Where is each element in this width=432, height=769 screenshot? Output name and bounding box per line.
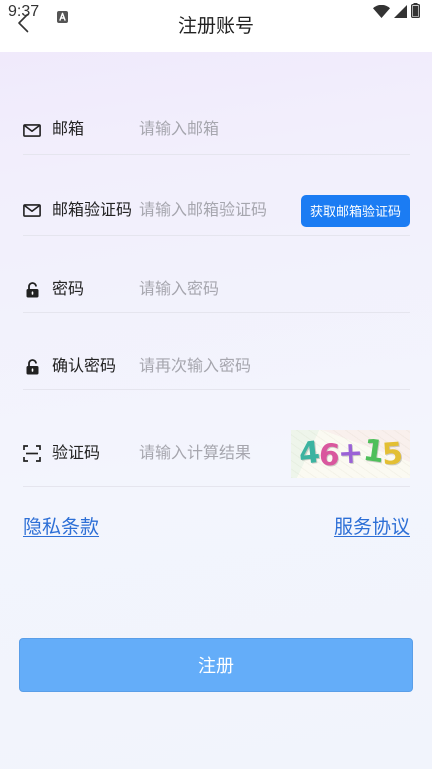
confirm-password-row: 确认密码 xyxy=(23,344,410,390)
password-row: 密码 xyxy=(23,267,410,313)
mail-icon xyxy=(23,204,41,217)
lock-icon xyxy=(23,281,41,298)
captcha-label: 验证码 xyxy=(52,444,101,462)
privacy-policy-link[interactable]: 隐私条款 xyxy=(23,515,99,541)
captcha-row: 验证码 46+15 xyxy=(23,421,410,487)
top-bar: 9:37 注册账号 xyxy=(0,0,432,52)
confirm-password-input[interactable] xyxy=(139,356,410,377)
email-code-label: 邮箱验证码 xyxy=(52,201,133,219)
scan-icon xyxy=(23,445,41,462)
password-input[interactable] xyxy=(139,279,410,300)
password-label: 密码 xyxy=(52,280,85,298)
page-title: 注册账号 xyxy=(177,16,254,37)
email-code-row: 邮箱验证码 获取邮箱验证码 xyxy=(23,186,410,236)
email-label: 邮箱 xyxy=(52,121,85,138)
get-email-code-button[interactable]: 获取邮箱验证码 xyxy=(301,194,410,227)
register-form: 邮箱 邮箱验证码 获取邮箱验证码 密码 确认密码 验证码 46+15 xyxy=(23,106,410,487)
lock-icon xyxy=(23,358,41,375)
captcha-image[interactable]: 46+15 xyxy=(291,429,410,478)
captcha-char: 5 xyxy=(381,435,404,473)
email-code-input[interactable] xyxy=(139,200,301,221)
mail-icon xyxy=(23,123,41,137)
register-button[interactable]: 注册 xyxy=(19,638,413,692)
email-row: 邮箱 xyxy=(23,106,410,155)
captcha-input[interactable] xyxy=(139,443,291,464)
agreement-links: 隐私条款 服务协议 xyxy=(23,515,410,541)
service-agreement-link[interactable]: 服务协议 xyxy=(334,515,410,541)
email-input[interactable] xyxy=(139,120,410,140)
confirm-password-label: 确认密码 xyxy=(52,357,117,375)
